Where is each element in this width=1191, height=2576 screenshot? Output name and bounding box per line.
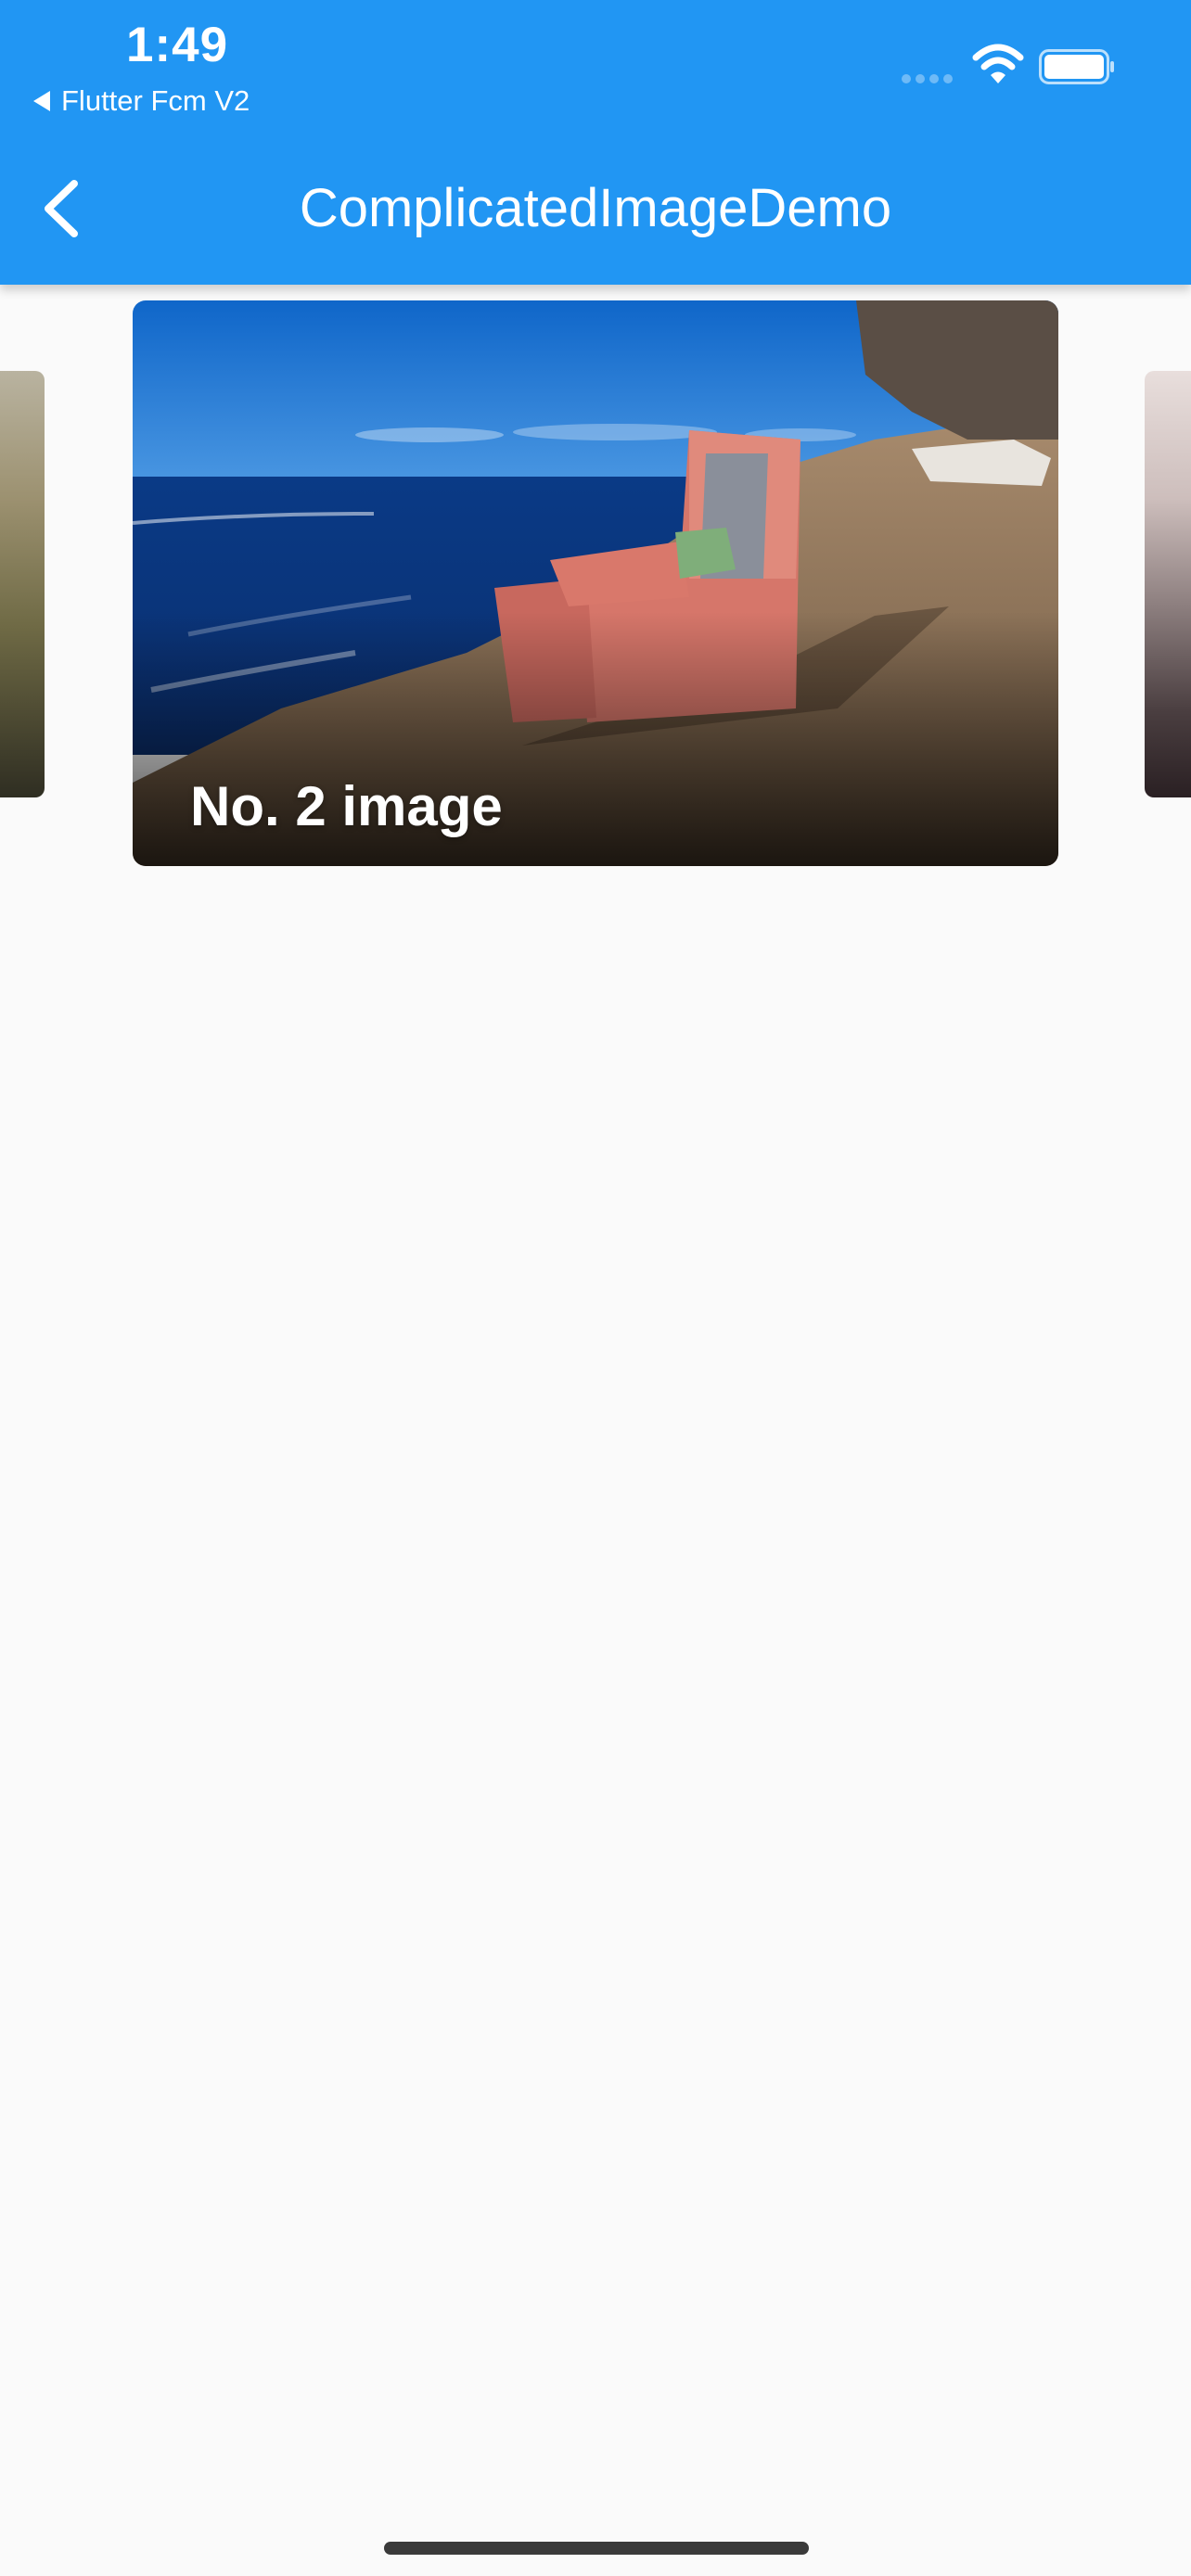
screen: 1:49 Flutter Fcm V2 ComplicatedImageDemo bbox=[0, 0, 1191, 2576]
image-caption: No. 2 image bbox=[190, 775, 503, 837]
back-to-app-label: Flutter Fcm V2 bbox=[61, 84, 250, 117]
back-triangle-icon bbox=[33, 91, 50, 111]
page-title: ComplicatedImageDemo bbox=[299, 178, 892, 238]
app-bar: 1:49 Flutter Fcm V2 ComplicatedImageDemo bbox=[0, 0, 1191, 285]
previous-image-card[interactable] bbox=[0, 371, 45, 797]
current-image-card[interactable]: No. 2 image bbox=[133, 300, 1058, 866]
home-indicator[interactable] bbox=[384, 2542, 809, 2555]
wifi-icon bbox=[972, 44, 1024, 83]
cellular-signal-icon bbox=[902, 74, 953, 83]
image-carousel[interactable]: No. 2 image bbox=[0, 285, 1191, 887]
next-image-card[interactable] bbox=[1145, 371, 1191, 797]
back-to-app-link[interactable]: Flutter Fcm V2 bbox=[33, 84, 250, 118]
battery-icon bbox=[1039, 49, 1114, 84]
status-time: 1:49 bbox=[126, 18, 229, 72]
